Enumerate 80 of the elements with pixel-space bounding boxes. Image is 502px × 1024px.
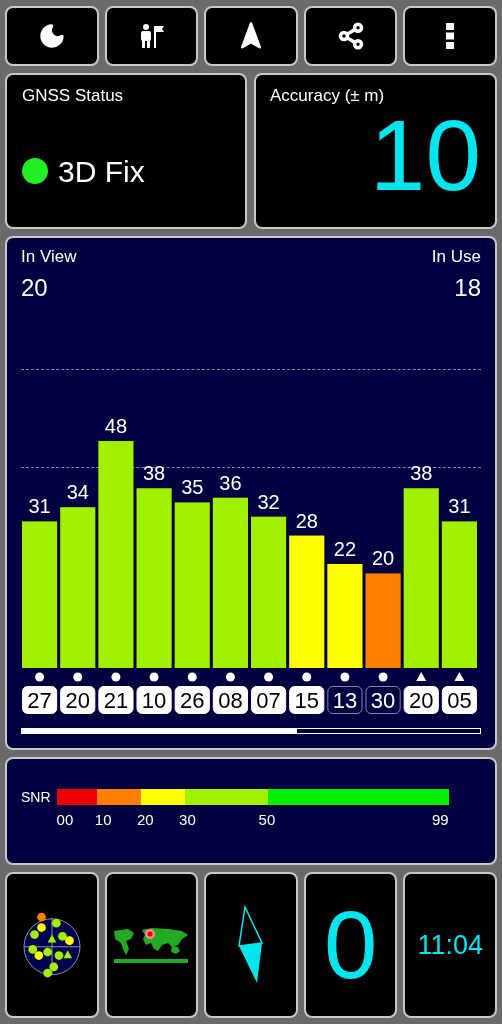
snr-tick-label: 50 [258,810,277,831]
bar-value-label: 36 [219,471,242,494]
satellite-id-label: 15 [289,685,325,714]
bar-value-label: 22 [333,537,357,560]
card-title: GNSS Status [22,85,125,107]
toolbar-button[interactable] [303,6,398,66]
toolbar-button[interactable] [5,6,99,66]
dot-marker-icon [35,672,45,681]
bar-value-label: 20 [371,546,395,569]
widget-tile[interactable] [5,872,99,1018]
x-tick-label: 08 [218,687,243,713]
x-tick-label: 30 [370,687,396,713]
bar-value-label: 31 [448,494,471,517]
satellite-id-label: 26 [174,685,210,714]
value-readout: 0 [323,897,378,993]
triangle-marker-icon [454,671,465,681]
toolbar-button[interactable] [403,6,497,66]
dot-marker-icon [340,672,350,681]
bar-value-label: 38 [142,461,166,484]
moon-icon [37,22,66,50]
bar-value-label: 32 [257,490,280,513]
dot-marker-icon [378,672,388,681]
dot-marker-icon [73,672,83,681]
x-tick-label: 27 [27,687,52,713]
x-tick-label: 21 [103,687,129,713]
satellite-id-label: 05 [441,685,477,714]
bar-value-label: 35 [181,475,204,498]
accuracy-value: 10 [369,104,481,205]
x-tick-label: 10 [141,687,167,713]
satellite-id-label: 13 [327,685,363,714]
satellite-id-label: 21 [98,685,134,714]
satellite-id-label: 08 [212,685,248,714]
in-view-count: 20 [21,272,49,303]
toolbar-button[interactable] [104,6,199,66]
widget-tile[interactable]: 0 [303,872,398,1018]
in-use-count: 18 [454,272,481,303]
world-map-icon [112,926,191,964]
x-tick-label: 20 [409,687,434,713]
dot-marker-icon [302,672,312,681]
x-tick-label: 05 [447,687,472,713]
in-view-label: In View [21,246,77,268]
snr-tick-label: 10 [94,810,113,831]
satellite-id-label: 30 [365,685,401,714]
x-tick-label: 26 [180,687,205,713]
widget-tile[interactable]: 11:04 [403,872,497,1018]
widget-tile[interactable] [204,872,298,1018]
fix-status: 3D Fix [58,153,145,190]
dot-marker-icon [149,672,159,681]
satellite-id-label: 07 [251,685,287,714]
more-options-icon [446,23,455,49]
in-use-label: In Use [431,246,481,268]
clock-time: 11:04 [417,928,483,962]
x-tick-label: 13 [332,687,358,713]
dot-marker-icon [264,672,274,681]
satellite-id-label: 20 [403,685,439,714]
dot-marker-icon [111,672,121,681]
dot-marker-icon [187,672,197,681]
x-tick-label: 07 [256,687,281,713]
bar-value-label: 48 [104,414,128,437]
card-title: Accuracy (± m) [270,85,386,107]
bar-value-label: 28 [295,509,318,532]
toolbar-button[interactable] [204,6,298,66]
x-tick-label: 20 [65,687,90,713]
snr-tick-label: 20 [137,810,155,831]
satellite-id-label: 27 [22,685,58,714]
snr-tick-label: 30 [179,810,197,831]
dot-marker-icon [225,672,235,681]
satellite-id-label: 20 [60,685,96,714]
bar-value-label: 31 [28,494,51,517]
snr-tick-label: 00 [56,810,75,831]
snr-label: SNR [21,789,51,806]
bar-value-label: 34 [66,480,89,503]
snr-tick-label: 99 [431,810,449,831]
triangle-marker-icon [416,671,427,681]
x-tick-label: 15 [294,687,319,713]
widget-tile[interactable] [104,872,199,1018]
share-icon [336,22,365,50]
bar-value-label: 38 [410,461,433,484]
compass-needle-icon [236,905,266,985]
satellite-id-label: 10 [136,685,172,714]
